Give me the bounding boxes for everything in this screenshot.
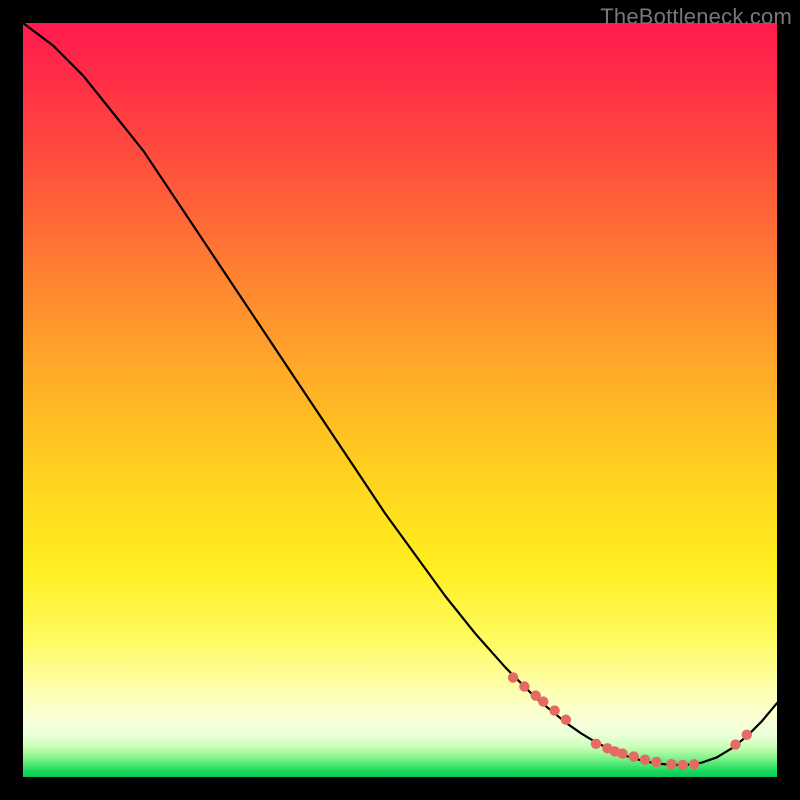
bottleneck-curve xyxy=(23,23,777,765)
marker-point xyxy=(730,739,740,749)
marker-point xyxy=(538,696,548,706)
marker-group xyxy=(508,672,752,770)
marker-point xyxy=(629,751,639,761)
marker-point xyxy=(678,760,688,770)
marker-point xyxy=(549,705,559,715)
marker-point xyxy=(640,755,650,765)
watermark-text: TheBottleneck.com xyxy=(600,4,792,30)
marker-point xyxy=(742,730,752,740)
chart-container: TheBottleneck.com xyxy=(0,0,800,800)
marker-point xyxy=(519,681,529,691)
plot-area xyxy=(23,23,777,777)
marker-point xyxy=(591,739,601,749)
marker-point xyxy=(689,759,699,769)
marker-point xyxy=(561,715,571,725)
marker-point xyxy=(651,757,661,767)
marker-point xyxy=(508,672,518,682)
marker-point xyxy=(617,748,627,758)
marker-point xyxy=(666,759,676,769)
curve-layer xyxy=(23,23,777,777)
